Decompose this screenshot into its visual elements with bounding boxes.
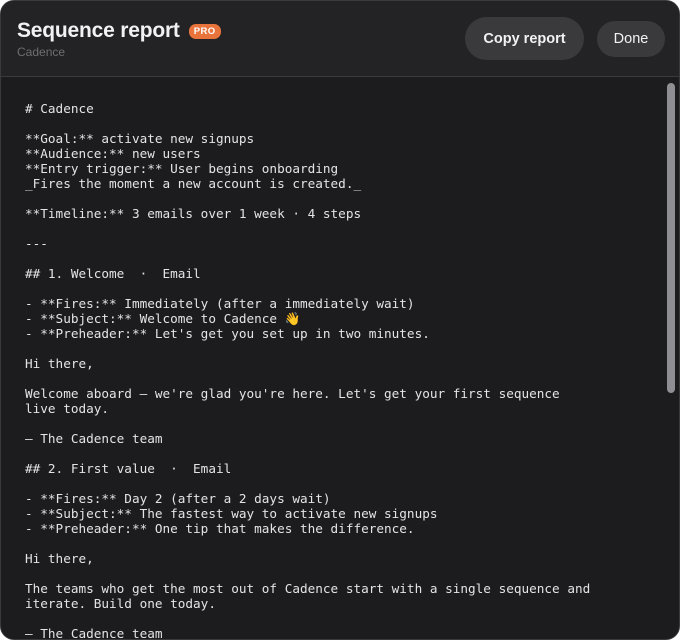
report-line: — The Cadence team (25, 626, 163, 639)
report-line: # Cadence (25, 101, 94, 116)
report-line: - **Fires:** Immediately (after a immedi… (25, 296, 415, 311)
report-line: ## 1. Welcome · Email (25, 266, 201, 281)
scrollbar-thumb[interactable] (667, 83, 675, 393)
report-line: - **Preheader:** Let's get you set up in… (25, 326, 430, 341)
report-line: — The Cadence team (25, 431, 163, 446)
copy-report-button[interactable]: Copy report (465, 17, 584, 60)
report-line: **Entry trigger:** User begins onboardin… (25, 161, 339, 176)
report-line: **Audience:** new users (25, 146, 201, 161)
report-text: # Cadence **Goal:** activate new signups… (25, 101, 590, 639)
report-line: --- (25, 236, 48, 251)
report-line: ## 2. First value · Email (25, 461, 232, 476)
report-line: live today. (25, 401, 110, 416)
report-line: - **Subject:** The fastest way to activa… (25, 506, 438, 521)
dialog-header: Sequence report PRO Cadence Copy report … (1, 1, 679, 77)
dialog-title: Sequence report (17, 19, 180, 42)
report-line: - **Subject:** Welcome to Cadence 👋 (25, 311, 301, 326)
sequence-report-dialog: Sequence report PRO Cadence Copy report … (0, 0, 680, 640)
report-line: _Fires the moment a new account is creat… (25, 176, 362, 191)
report-line: Welcome aboard — we're glad you're here.… (25, 386, 560, 401)
title-row: Sequence report PRO (17, 18, 221, 44)
report-line: The teams who get the most out of Cadenc… (25, 581, 591, 596)
pro-badge: PRO (188, 23, 221, 39)
done-button[interactable]: Done (597, 21, 665, 57)
report-line: **Goal:** activate new signups (25, 131, 255, 146)
report-line: - **Fires:** Day 2 (after a 2 days wait) (25, 491, 331, 506)
report-line: Hi there, (25, 356, 94, 371)
report-line: **Timeline:** 3 emails over 1 week · 4 s… (25, 206, 362, 221)
report-line: iterate. Build one today. (25, 596, 216, 611)
scrollbar-track[interactable] (663, 81, 679, 637)
report-line: Hi there, (25, 551, 94, 566)
dialog-subtitle: Cadence (17, 45, 66, 59)
report-scroll-area[interactable]: # Cadence **Goal:** activate new signups… (1, 77, 679, 639)
report-line: - **Preheader:** One tip that makes the … (25, 521, 415, 536)
